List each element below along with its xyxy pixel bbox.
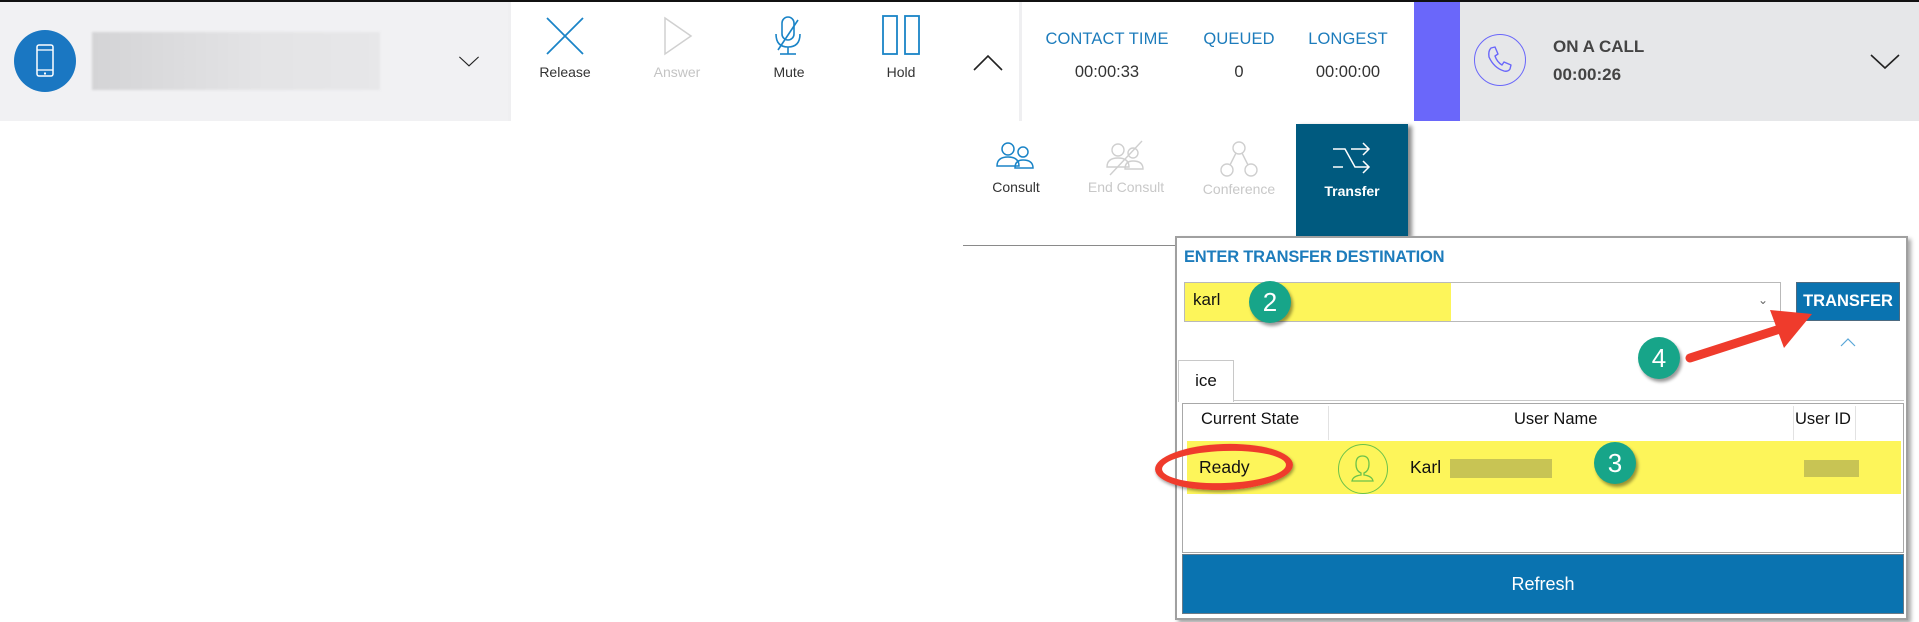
tab-underline (1234, 400, 1904, 401)
transfer-tab-button[interactable]: Transfer (1296, 124, 1408, 236)
highlight (1185, 283, 1451, 321)
agent-name-redacted (92, 32, 380, 90)
stat-value: 00:00:00 (1315, 63, 1381, 81)
consult-button[interactable]: Consult (960, 124, 1072, 236)
result-row[interactable]: Ready Karl (1187, 441, 1901, 494)
hold-label: Hold (886, 64, 916, 80)
status-menu-toggle[interactable] (1869, 50, 1901, 77)
chevron-up-icon (973, 54, 1003, 71)
stat-value: 00:00:33 (1074, 63, 1140, 81)
call-status-section (1460, 2, 1919, 121)
users-slash-icon (1106, 140, 1144, 176)
transfer-panel-title: ENTER TRANSFER DESTINATION (1184, 248, 1445, 266)
annotation-badge-2: 2 (1249, 281, 1291, 323)
stat-label: LONGEST (1308, 30, 1388, 48)
refresh-button[interactable]: Refresh (1182, 554, 1904, 614)
toolbar-divider (963, 245, 1177, 246)
agent-menu-toggle[interactable] (458, 50, 480, 77)
stat-longest: LONGEST 00:00:00 (1293, 30, 1403, 82)
release-button[interactable]: Release (515, 14, 615, 104)
end-consult-label: End Consult (1087, 179, 1165, 195)
user-id-redacted (1804, 460, 1859, 477)
chevron-up-icon[interactable] (1840, 337, 1856, 347)
column-header-user-name[interactable]: User Name (1514, 410, 1597, 429)
chevron-down-icon (1870, 54, 1900, 70)
status-accent-bar (1414, 2, 1460, 121)
column-header-current-state[interactable]: Current State (1201, 410, 1299, 429)
separator (508, 2, 511, 121)
user-name: Karl (1410, 457, 1442, 477)
collapse-controls-toggle[interactable] (972, 52, 1004, 79)
close-x-icon (546, 17, 584, 55)
user-surname-redacted (1450, 459, 1552, 478)
microphone-muted-icon (775, 16, 801, 55)
results-table: Current State User Name User ID Ready Ka… (1182, 403, 1904, 553)
call-status-timer: 00:00:26 (1553, 65, 1622, 84)
play-icon (664, 16, 693, 56)
conference-button[interactable]: Conference (1183, 124, 1295, 236)
mobile-phone-icon (36, 44, 54, 77)
end-consult-button[interactable]: End Consult (1071, 124, 1181, 236)
stat-contact-time: CONTACT TIME 00:00:33 (1037, 30, 1177, 82)
release-label: Release (539, 64, 591, 80)
stat-queued: QUEUED 0 (1194, 30, 1284, 82)
answer-label: Answer (653, 64, 701, 80)
agent-avatar[interactable] (14, 30, 76, 92)
conference-label: Conference (1202, 181, 1276, 197)
hold-button[interactable]: Hold (851, 14, 951, 104)
chevron-down-icon (459, 56, 479, 67)
destination-value: karl (1193, 290, 1221, 309)
transfer-tab-label: Transfer (1324, 183, 1380, 199)
column-separator (1793, 406, 1794, 440)
answer-button[interactable]: Answer (627, 14, 727, 104)
call-status-title: ON A CALL (1553, 37, 1645, 56)
column-header-user-id[interactable]: User ID (1795, 410, 1851, 429)
users-icon (996, 142, 1034, 169)
column-separator (1328, 406, 1329, 440)
user-icon (1351, 455, 1374, 482)
annotation-badge-4: 4 (1638, 337, 1680, 379)
conference-nodes-icon (1220, 141, 1258, 177)
phone-icon (1488, 46, 1512, 72)
user-avatar (1338, 444, 1388, 494)
pause-icon (882, 15, 920, 55)
mute-button[interactable]: Mute (739, 14, 839, 104)
mute-label: Mute (773, 64, 805, 80)
consult-label: Consult (992, 179, 1040, 195)
annotation-arrow (1685, 310, 1812, 363)
column-separator (1855, 406, 1856, 440)
phone-status-indicator (1474, 34, 1526, 86)
shuffle-arrows-icon (1333, 142, 1371, 174)
tab-ice[interactable]: ice (1178, 360, 1234, 402)
annotation-badge-3: 3 (1594, 442, 1636, 484)
stat-label: QUEUED (1203, 30, 1275, 48)
stat-label: CONTACT TIME (1045, 30, 1169, 48)
stat-value: 0 (1234, 63, 1244, 81)
